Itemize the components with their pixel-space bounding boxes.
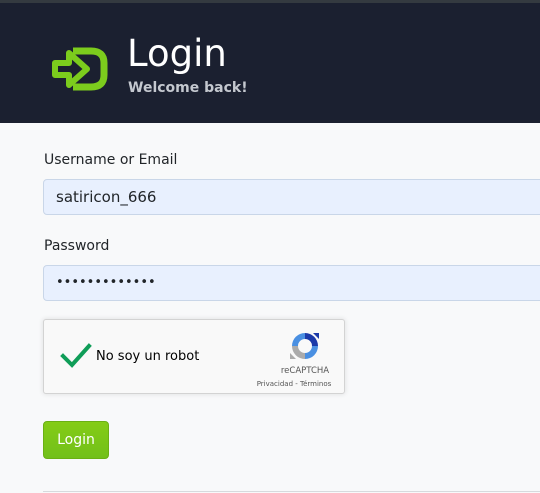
username-field[interactable]: satiricon_666 bbox=[43, 179, 540, 215]
page-header: Login Welcome back! bbox=[0, 3, 540, 123]
username-label: Username or Email bbox=[44, 152, 178, 168]
captcha-links[interactable]: Privacidad - Términos bbox=[248, 378, 340, 390]
page-title: Login bbox=[127, 32, 227, 75]
password-label: Password bbox=[44, 238, 110, 254]
login-button[interactable]: Login bbox=[43, 421, 109, 459]
recaptcha-logo-icon bbox=[290, 333, 319, 359]
login-form: Username or Email satiricon_666 Password… bbox=[0, 123, 540, 493]
captcha-label: No soy un robot bbox=[96, 349, 200, 364]
sign-in-icon bbox=[52, 47, 108, 91]
password-field[interactable]: ••••••••••••• bbox=[43, 265, 540, 301]
checkmark-icon[interactable] bbox=[60, 342, 92, 370]
page-subtitle: Welcome back! bbox=[128, 80, 248, 96]
recaptcha-widget: No soy un robot reCAPTCHA Privacidad - T… bbox=[43, 319, 345, 394]
captcha-brand: reCAPTCHA bbox=[280, 366, 330, 376]
divider bbox=[43, 491, 540, 492]
